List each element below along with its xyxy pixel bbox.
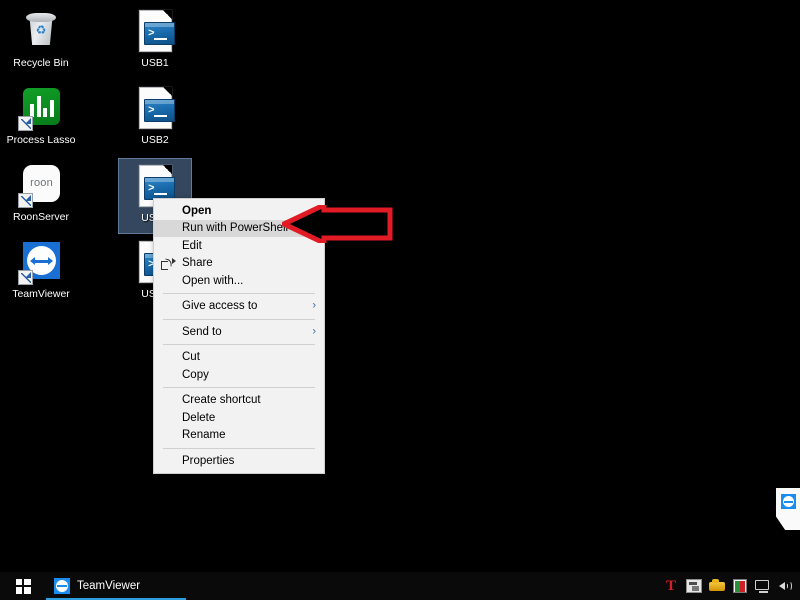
- menu-item-open-with[interactable]: Open with...: [154, 272, 324, 290]
- desktop-icon-teamviewer[interactable]: TeamViewer: [4, 235, 78, 311]
- recycle-bin-icon: ♻: [18, 8, 64, 54]
- desktop-icon-label: Process Lasso: [7, 134, 76, 146]
- taskbar-button-teamviewer[interactable]: TeamViewer: [46, 572, 186, 600]
- menu-item-create-shortcut[interactable]: Create shortcut: [154, 392, 324, 410]
- taskbar-buttons: TeamViewer: [46, 572, 186, 600]
- desktop-icon-label: TeamViewer: [12, 288, 70, 300]
- menu-item-label: Properties: [182, 455, 234, 467]
- menu-separator: [163, 448, 315, 449]
- vlc-tray-icon[interactable]: [732, 578, 748, 594]
- menu-item-cut[interactable]: Cut: [154, 349, 324, 367]
- network-monitor-tray-icon[interactable]: [755, 578, 771, 594]
- desktop-icon-usb1[interactable]: > USB1: [118, 4, 192, 80]
- menu-item-label: Share: [182, 257, 213, 269]
- desktop[interactable]: ♻ Recycle Bin > USB1 Process Lasso > USB2 roon R…: [0, 0, 800, 600]
- powershell-script-file-icon: >: [132, 8, 178, 54]
- powershell-script-file-icon: >: [139, 87, 172, 129]
- desktop-icon-process-lasso[interactable]: Process Lasso: [4, 81, 78, 157]
- gold-app-tray-icon[interactable]: [709, 578, 725, 594]
- teamviewer-icon: [781, 494, 796, 509]
- menu-item-rename[interactable]: Rename: [154, 427, 324, 445]
- powershell-script-file-icon: >: [132, 85, 178, 131]
- recycle-bin-icon: ♻: [26, 12, 56, 46]
- start-button[interactable]: [0, 572, 46, 600]
- desktop-icon-roonserver[interactable]: roon RoonServer: [4, 158, 78, 234]
- shortcut-overlay-icon: [18, 116, 33, 131]
- menu-item-label: Create shortcut: [182, 394, 261, 406]
- red-arrow-annotation-icon: [282, 205, 394, 243]
- desktop-icon-label: Recycle Bin: [13, 57, 68, 69]
- system-tray: T: [663, 572, 800, 600]
- volume-tray-icon[interactable]: [778, 578, 794, 594]
- menu-item-label: Give access to: [182, 300, 257, 312]
- taskbar[interactable]: TeamViewer T: [0, 572, 800, 600]
- process-lasso-tray-icon[interactable]: T: [663, 578, 679, 594]
- process-lasso-icon: [18, 85, 64, 131]
- shortcut-overlay-icon: [18, 193, 33, 208]
- share-icon: [161, 257, 175, 271]
- menu-item-label: Open with...: [182, 275, 243, 287]
- chevron-right-icon: ›: [312, 326, 316, 337]
- shortcut-overlay-icon: [18, 270, 33, 285]
- menu-item-label: Open: [182, 205, 211, 217]
- menu-item-label: Cut: [182, 351, 200, 363]
- desktop-icon-label: USB2: [141, 134, 168, 146]
- menu-item-label: Edit: [182, 240, 202, 252]
- menu-item-properties[interactable]: Properties: [154, 452, 324, 470]
- menu-item-share[interactable]: Share: [154, 255, 324, 273]
- teamviewer-floating-tab[interactable]: [776, 488, 800, 530]
- powershell-script-file-icon: >: [139, 10, 172, 52]
- window-manager-tray-icon[interactable]: [686, 578, 702, 594]
- menu-item-copy[interactable]: Copy: [154, 366, 324, 384]
- teamviewer-icon: [18, 239, 64, 285]
- menu-item-label: Rename: [182, 429, 225, 441]
- desktop-icon-label: USB1: [141, 57, 168, 69]
- menu-item-label: Copy: [182, 369, 209, 381]
- teamviewer-icon: [54, 578, 70, 594]
- menu-item-send-to[interactable]: Send to ›: [154, 323, 324, 341]
- menu-separator: [163, 344, 315, 345]
- taskbar-button-label: TeamViewer: [77, 580, 140, 592]
- menu-separator: [163, 319, 315, 320]
- desktop-icon-usb2[interactable]: > USB2: [118, 81, 192, 157]
- menu-separator: [163, 293, 315, 294]
- chevron-right-icon: ›: [312, 301, 316, 312]
- menu-item-label: Delete: [182, 412, 215, 424]
- menu-item-label: Send to: [182, 326, 222, 338]
- menu-item-delete[interactable]: Delete: [154, 409, 324, 427]
- desktop-icon-label: RoonServer: [13, 211, 69, 223]
- menu-separator: [163, 387, 315, 388]
- menu-item-give-access-to[interactable]: Give access to ›: [154, 298, 324, 316]
- roon-server-icon: roon: [18, 162, 64, 208]
- windows-logo-icon: [16, 579, 31, 594]
- desktop-icon-recycle-bin[interactable]: ♻ Recycle Bin: [4, 4, 78, 80]
- menu-item-label: Run with PowerShell: [182, 222, 288, 234]
